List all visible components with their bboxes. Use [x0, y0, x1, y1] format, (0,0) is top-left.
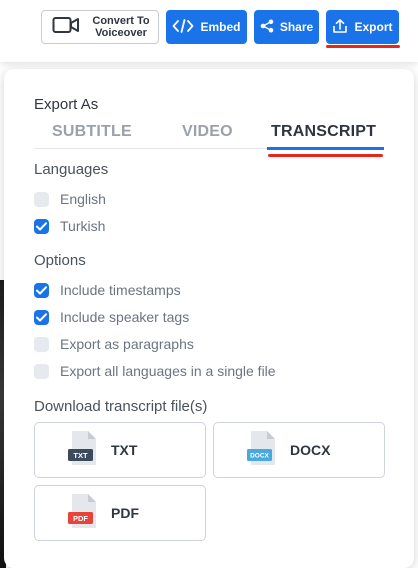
download-pdf-button[interactable]: PDF PDF	[34, 485, 206, 541]
svg-text:TXT: TXT	[73, 451, 88, 460]
embed-label: Embed	[200, 20, 241, 34]
checkbox[interactable]	[34, 282, 49, 298]
svg-text:PDF: PDF	[73, 514, 88, 523]
convert-to-voiceover-label: Convert To Voiceover	[92, 15, 150, 39]
txt-file-icon: TXT	[68, 430, 100, 471]
share-button[interactable]: Share	[254, 10, 319, 44]
export-button[interactable]: Export	[326, 10, 399, 44]
checkbox[interactable]	[34, 218, 49, 234]
toolbar: Convert To Voiceover Embed Share Export	[0, 0, 418, 62]
language-label: Turkish	[60, 218, 106, 234]
option-include-timestamps[interactable]: Include timestamps	[34, 282, 181, 298]
tab-subtitle[interactable]: SUBTITLE	[52, 123, 132, 141]
language-option-turkish[interactable]: Turkish	[34, 218, 105, 234]
export-label: Export	[354, 20, 393, 34]
download-txt-button[interactable]: TXT TXT	[34, 422, 206, 478]
svg-text:DOCX: DOCX	[250, 452, 269, 459]
export-tabs: SUBTITLE VIDEO TRANSCRIPT	[34, 121, 384, 150]
option-label: Export all languages in a single file	[60, 363, 276, 379]
share-icon	[260, 19, 274, 36]
pdf-file-icon: PDF	[68, 493, 100, 534]
video-camera-icon	[52, 16, 80, 39]
option-label: Export as paragraphs	[60, 336, 194, 352]
transcript-highlight-underline	[268, 154, 383, 157]
file-type-label: TXT	[111, 442, 138, 458]
active-tab-indicator	[267, 147, 384, 150]
export-highlight-underline	[326, 45, 400, 48]
convert-to-voiceover-button[interactable]: Convert To Voiceover	[41, 10, 159, 44]
language-option-english[interactable]: English	[34, 191, 106, 207]
option-label: Include timestamps	[60, 282, 181, 298]
embed-button[interactable]: Embed	[166, 10, 247, 44]
option-label: Include speaker tags	[60, 309, 190, 325]
option-include-speaker-tags[interactable]: Include speaker tags	[34, 309, 189, 325]
checkbox[interactable]	[34, 309, 49, 325]
export-panel: Export As SUBTITLE VIDEO TRANSCRIPT Lang…	[4, 69, 414, 568]
export-as-heading: Export As	[34, 96, 99, 113]
option-export-all-languages[interactable]: Export all languages in a single file	[34, 363, 276, 379]
tab-transcript[interactable]: TRANSCRIPT	[271, 123, 376, 141]
file-type-label: DOCX	[290, 442, 331, 458]
option-export-as-paragraphs[interactable]: Export as paragraphs	[34, 336, 194, 352]
download-heading: Download transcript file(s)	[34, 398, 208, 415]
code-icon	[172, 18, 194, 36]
options-heading: Options	[34, 252, 86, 269]
docx-file-icon: DOCX	[247, 430, 279, 471]
checkbox[interactable]	[34, 191, 49, 207]
download-docx-button[interactable]: DOCX DOCX	[213, 422, 385, 478]
checkbox[interactable]	[34, 336, 49, 352]
share-label: Share	[279, 20, 314, 34]
languages-heading: Languages	[34, 161, 109, 178]
tab-video[interactable]: VIDEO	[182, 123, 233, 141]
upload-icon	[332, 18, 348, 37]
file-type-label: PDF	[111, 505, 139, 521]
language-label: English	[60, 191, 106, 207]
checkbox[interactable]	[34, 363, 49, 379]
